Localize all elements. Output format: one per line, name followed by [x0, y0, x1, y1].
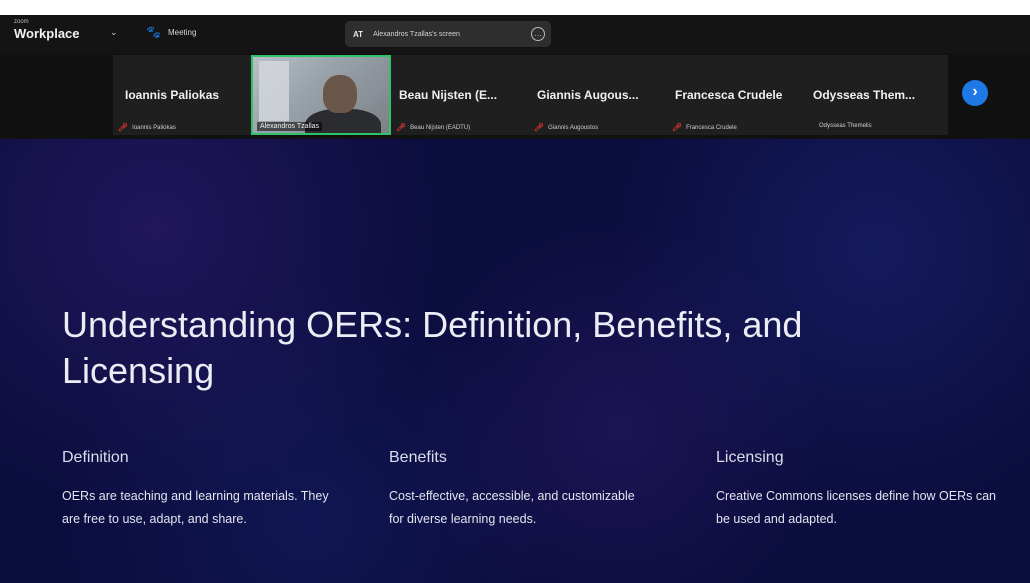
mic-muted-icon: 🎤︎ — [672, 123, 683, 132]
participant-sub-name: Odysseas Themelis — [819, 123, 872, 129]
meeting-top-bar: zoom Workplace ⌄ 🐾 Meeting AT Alexandros… — [0, 15, 1030, 53]
column-heading: Definition — [62, 449, 129, 466]
chevron-right-icon: › — [972, 83, 978, 100]
participant-name: Odysseas Them... — [813, 88, 916, 102]
mic-muted-icon: 🎤︎ — [118, 123, 129, 132]
participant-label: Odysseas Themelis — [819, 123, 872, 129]
participant-sub-name: Giannis Augoustos — [548, 124, 599, 131]
more-options-icon[interactable]: … — [531, 27, 545, 41]
participant-tile[interactable]: Giannis Augous... 🎤︎ Giannis Augoustos — [529, 55, 667, 135]
video-background — [259, 61, 289, 121]
active-speaker-video-tile[interactable]: Alexandros Tzallas — [251, 55, 391, 135]
next-participants-button[interactable]: › — [962, 80, 988, 106]
participant-label: 🎤︎ Giannis Augoustos — [534, 123, 598, 132]
participant-name: Beau Nijsten (E... — [399, 88, 498, 102]
participant-label: 🎤︎ Beau Nijsten (EADTU) — [396, 123, 470, 132]
chevron-down-icon[interactable]: ⌄ — [110, 27, 118, 38]
meeting-label: Meeting — [167, 27, 197, 37]
column-heading: Benefits — [389, 449, 447, 466]
mic-muted-icon: 🎤︎ — [534, 123, 545, 132]
column-body: Cost-effective, accessible, and customiz… — [389, 489, 635, 526]
participant-sub-name: Francesca Crudele — [686, 124, 737, 131]
slide-column-definition: Definition OERs are teaching and learnin… — [62, 449, 362, 531]
slide-column-benefits: Benefits Cost-effective, accessible, and… — [389, 449, 689, 531]
participant-sub-name: Beau Nijsten (EADTU) — [410, 124, 471, 131]
participant-sub-name: Ioannis Paliokas — [132, 124, 176, 131]
app-brand: zoom Workplace — [14, 19, 80, 40]
participant-name: Ioannis Paliokas — [125, 88, 220, 102]
participant-label: 🎤︎ Ioannis Paliokas — [118, 123, 176, 132]
video-person-head — [323, 75, 357, 113]
participant-strip: Ioannis Paliokas 🎤︎ Ioannis Paliokas Ale… — [0, 53, 1030, 139]
participant-tile[interactable]: Francesca Crudele 🎤︎ Francesca Crudele — [667, 55, 807, 135]
participant-sub-name: Alexandros Tzallas — [257, 122, 323, 131]
participant-tile[interactable]: Ioannis Paliokas 🎤︎ Ioannis Paliokas — [113, 55, 251, 135]
participant-name: Francesca Crudele — [675, 88, 783, 102]
screen-share-indicator[interactable]: AT Alexandros Tzallas's screen … — [345, 21, 551, 47]
shared-slide: Understanding OERs: Definition, Benefits… — [0, 139, 1030, 583]
participant-tile[interactable]: Beau Nijsten (E... 🎤︎ Beau Nijsten (EADT… — [391, 55, 529, 135]
slide-column-licensing: Licensing Creative Commons licenses defi… — [716, 449, 1016, 531]
sharer-initials: AT — [353, 29, 364, 39]
participant-name: Giannis Augous... — [537, 88, 639, 102]
meeting-menu[interactable]: 🐾 Meeting — [146, 25, 196, 39]
column-heading: Licensing — [716, 449, 784, 466]
column-body: Creative Commons licenses define how OER… — [716, 489, 996, 526]
participant-label: 🎤︎ Francesca Crudele — [672, 123, 737, 132]
brand-name: Workplace — [14, 26, 80, 41]
brand-small: zoom — [14, 19, 29, 25]
mic-muted-icon: 🎤︎ — [396, 123, 407, 132]
paw-icon: 🐾 — [146, 25, 161, 39]
participant-gallery: Ioannis Paliokas 🎤︎ Ioannis Paliokas Ale… — [113, 55, 948, 135]
participant-tile[interactable]: Odysseas Them... Odysseas Themelis — [807, 55, 948, 135]
column-body: OERs are teaching and learning materials… — [62, 489, 329, 526]
share-label: Alexandros Tzallas's screen — [373, 30, 460, 38]
slide-title: Understanding OERs: Definition, Benefits… — [62, 304, 803, 391]
